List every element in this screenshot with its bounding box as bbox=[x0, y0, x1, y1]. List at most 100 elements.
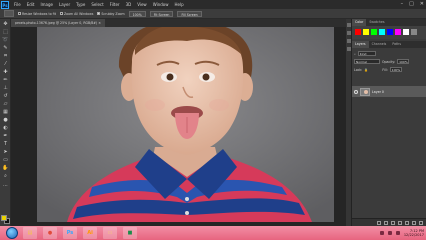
adjustment-icon[interactable] bbox=[398, 220, 402, 225]
battery-icon[interactable] bbox=[395, 231, 400, 235]
hand-tool-icon[interactable]: ✋ bbox=[2, 165, 9, 171]
tab-color[interactable]: Color bbox=[352, 19, 367, 26]
blur-tool-icon[interactable]: ● bbox=[2, 117, 9, 123]
menu-select[interactable]: Select bbox=[88, 2, 106, 7]
layers-footer bbox=[352, 218, 426, 226]
edit-toolbar-icon[interactable]: ⋯ bbox=[2, 183, 9, 189]
layer-kind-select[interactable]: Kind bbox=[357, 51, 376, 56]
swatch[interactable] bbox=[363, 29, 369, 35]
type-tool-icon[interactable]: T bbox=[2, 141, 9, 147]
blend-opacity-row: Normal Opacity: 100% bbox=[354, 58, 410, 65]
taskbar-illustrator-icon[interactable]: Ai bbox=[83, 227, 97, 239]
volume-icon[interactable] bbox=[387, 231, 392, 235]
brush-panel-icon[interactable] bbox=[347, 39, 351, 43]
network-icon[interactable] bbox=[379, 231, 384, 235]
history-panel-icon[interactable] bbox=[347, 23, 351, 27]
swatch[interactable] bbox=[411, 29, 417, 35]
shape-tool-icon[interactable]: ▭ bbox=[2, 157, 9, 163]
clone-stamp-tool-icon[interactable]: ⊥ bbox=[2, 85, 9, 91]
menu-type[interactable]: Type bbox=[73, 2, 88, 7]
document-tab[interactable]: pexels-photo-13676.jpeg @ 25% (Layer 0, … bbox=[11, 19, 105, 27]
foreground-color-swatch[interactable] bbox=[1, 215, 7, 221]
crop-tool-icon[interactable]: ⌗ bbox=[2, 53, 9, 59]
new-group-icon[interactable] bbox=[405, 220, 409, 225]
taskbar: ▤ ● Ps Ai ▭ ■ 7:12 PM 12/22/2017 bbox=[0, 226, 426, 240]
taskbar-photoshop-icon[interactable]: Ps bbox=[63, 227, 77, 239]
lock-icon[interactable]: 🔒 bbox=[364, 68, 368, 72]
fill-input[interactable]: 100% bbox=[389, 67, 402, 72]
zoom-all-windows-checkbox[interactable]: Zoom All Windows bbox=[59, 12, 93, 16]
clock[interactable]: 7:12 PM 12/22/2017 bbox=[404, 229, 424, 237]
taskbar-chrome-icon[interactable]: ● bbox=[43, 227, 57, 239]
eyedropper-tool-icon[interactable]: ⁄ bbox=[2, 61, 9, 67]
close-button[interactable]: ✕ bbox=[420, 1, 424, 7]
menu-image[interactable]: Image bbox=[37, 2, 56, 7]
swatch[interactable] bbox=[403, 29, 409, 35]
visibility-eye-icon[interactable] bbox=[354, 89, 358, 94]
swatch[interactable] bbox=[355, 29, 361, 35]
swatch[interactable] bbox=[395, 29, 401, 35]
menu-window[interactable]: Window bbox=[150, 2, 172, 7]
zoom-tool-preset-icon[interactable] bbox=[4, 10, 14, 17]
path-selection-tool-icon[interactable]: ➤ bbox=[2, 149, 9, 155]
menu-view[interactable]: View bbox=[134, 2, 150, 7]
opacity-label: Opacity: bbox=[382, 59, 396, 64]
canvas-area[interactable] bbox=[11, 27, 346, 226]
lasso-tool-icon[interactable]: ➰ bbox=[2, 37, 9, 43]
history-brush-tool-icon[interactable]: ↺ bbox=[2, 93, 9, 99]
dodge-tool-icon[interactable]: ◐ bbox=[2, 125, 9, 131]
healing-brush-tool-icon[interactable]: ✚ bbox=[2, 69, 9, 75]
tab-layers[interactable]: Layers bbox=[352, 41, 369, 48]
fit-screen-button[interactable]: Fit Screen bbox=[149, 10, 174, 17]
zoom-tool-icon[interactable]: ⌕ bbox=[2, 173, 9, 179]
resize-windows-checkbox[interactable]: Resize Windows to fit bbox=[18, 12, 56, 16]
menu-layer[interactable]: Layer bbox=[56, 2, 73, 7]
trash-icon[interactable] bbox=[419, 220, 423, 225]
opacity-input[interactable]: 100% bbox=[397, 59, 410, 64]
panel-main: Color Swatches Layers Channels Paths ⌕ K… bbox=[352, 19, 426, 226]
maximize-button[interactable]: □ bbox=[409, 1, 414, 7]
link-layers-icon[interactable] bbox=[377, 220, 381, 225]
checkbox-box bbox=[59, 12, 63, 15]
marquee-tool-icon[interactable]: ⬚ bbox=[2, 29, 9, 35]
move-tool-icon[interactable]: ✥ bbox=[2, 21, 9, 27]
checkbox-label: Scrubby Zoom bbox=[101, 11, 125, 16]
start-button[interactable] bbox=[6, 227, 18, 239]
layer-name[interactable]: Layer 0 bbox=[372, 90, 384, 94]
minimize-button[interactable]: – bbox=[401, 1, 404, 7]
menu-filter[interactable]: Filter bbox=[107, 2, 123, 7]
lock-fill-row: Lock: 🔒 Fill: 100% bbox=[354, 66, 402, 73]
tab-paths[interactable]: Paths bbox=[389, 41, 404, 48]
mask-icon[interactable] bbox=[391, 220, 395, 225]
color-swatches[interactable] bbox=[1, 215, 10, 224]
scrubby-zoom-checkbox[interactable]: Scrubby Zoom bbox=[97, 11, 125, 16]
swatch[interactable] bbox=[387, 29, 393, 35]
character-panel-icon[interactable] bbox=[347, 47, 351, 51]
gradient-tool-icon[interactable]: ▦ bbox=[2, 109, 9, 115]
zoom-100-button[interactable]: 100% bbox=[128, 10, 146, 17]
tab-channels[interactable]: Channels bbox=[369, 41, 390, 48]
document-canvas-photo[interactable] bbox=[37, 27, 334, 222]
layer-row[interactable]: Layer 0 bbox=[352, 86, 426, 97]
tab-swatches[interactable]: Swatches bbox=[366, 19, 387, 26]
blend-mode-select[interactable]: Normal bbox=[354, 59, 380, 64]
eraser-tool-icon[interactable]: ▱ bbox=[2, 101, 9, 107]
lock-label: Lock: bbox=[354, 67, 363, 72]
new-layer-icon[interactable] bbox=[412, 220, 416, 225]
brush-tool-icon[interactable]: ✏ bbox=[2, 77, 9, 83]
pen-tool-icon[interactable]: ✒ bbox=[2, 133, 9, 139]
menu-3d[interactable]: 3D bbox=[123, 2, 135, 7]
taskbar-folder-icon[interactable]: ▭ bbox=[103, 227, 117, 239]
fill-screen-button[interactable]: Fill Screen bbox=[177, 10, 202, 17]
taskbar-explorer-icon[interactable]: ▤ bbox=[23, 227, 37, 239]
properties-panel-icon[interactable] bbox=[347, 31, 351, 35]
swatch[interactable] bbox=[379, 29, 385, 35]
menu-file[interactable]: File bbox=[11, 2, 24, 7]
fx-icon[interactable] bbox=[384, 220, 388, 225]
swatch[interactable] bbox=[371, 29, 377, 35]
quick-select-tool-icon[interactable]: ✎ bbox=[2, 45, 9, 51]
taskbar-app-icon[interactable]: ■ bbox=[123, 227, 137, 239]
menu-help[interactable]: Help bbox=[171, 2, 186, 7]
menu-edit[interactable]: Edit bbox=[24, 2, 38, 7]
layer-thumbnail bbox=[360, 87, 370, 96]
